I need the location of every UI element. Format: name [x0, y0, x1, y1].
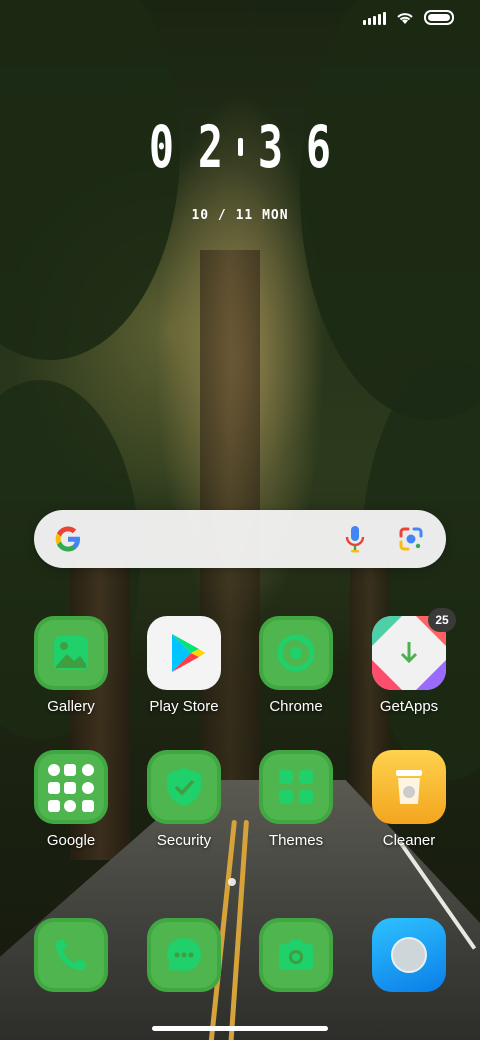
cleaner-trash-icon	[372, 750, 446, 824]
signal-icon	[363, 11, 386, 25]
app-label: GetApps	[379, 698, 439, 715]
home-indicator[interactable]	[152, 1026, 328, 1031]
dock-camera[interactable]	[241, 918, 351, 992]
google-search-bar[interactable]	[34, 510, 446, 568]
phone-icon	[34, 918, 108, 992]
notification-badge: 25	[428, 608, 456, 632]
date-label: 10 / 11 MON	[191, 208, 289, 223]
app-themes[interactable]: Themes	[241, 750, 351, 849]
app-gallery[interactable]: Gallery	[16, 616, 126, 715]
app-label: Cleaner	[382, 832, 436, 849]
lock-clock: 0 2 3 6	[0, 118, 480, 176]
app-google-folder[interactable]: Google	[16, 750, 126, 849]
page-indicator	[228, 878, 236, 886]
dock-phone[interactable]	[16, 918, 126, 992]
play-store-icon	[147, 616, 221, 690]
battery-icon	[424, 10, 454, 25]
clock-colon	[237, 138, 243, 156]
mic-icon[interactable]	[344, 525, 366, 553]
google-g-icon	[55, 526, 80, 552]
google-folder-icon	[34, 750, 108, 824]
clock-digit: 0	[148, 113, 174, 181]
lens-icon[interactable]	[398, 526, 424, 552]
camera-icon	[259, 918, 333, 992]
app-security[interactable]: Security	[129, 750, 239, 849]
themes-icon	[259, 750, 333, 824]
app-cleaner[interactable]: Cleaner	[354, 750, 464, 849]
browser-icon	[372, 918, 446, 992]
app-label: Play Store	[149, 698, 219, 715]
app-chrome[interactable]: Chrome	[241, 616, 351, 715]
app-label: Chrome	[269, 698, 323, 715]
chrome-icon	[259, 616, 333, 690]
messages-icon	[147, 918, 221, 992]
status-bar	[363, 10, 454, 25]
dock-browser[interactable]	[354, 918, 464, 992]
app-label: Gallery	[47, 698, 95, 715]
app-label: Security	[156, 832, 212, 849]
app-label: Themes	[268, 832, 324, 849]
gallery-icon	[34, 616, 108, 690]
clock-digit: 2	[197, 113, 223, 181]
dock-messages[interactable]	[129, 918, 239, 992]
app-getapps[interactable]: 25 GetApps	[354, 608, 464, 715]
wifi-icon	[397, 12, 413, 24]
clock-digit: 6	[306, 113, 332, 181]
security-shield-icon	[147, 750, 221, 824]
app-label: Google	[46, 832, 96, 849]
clock-digit: 3	[257, 113, 283, 181]
app-play-store[interactable]: Play Store	[129, 616, 239, 715]
